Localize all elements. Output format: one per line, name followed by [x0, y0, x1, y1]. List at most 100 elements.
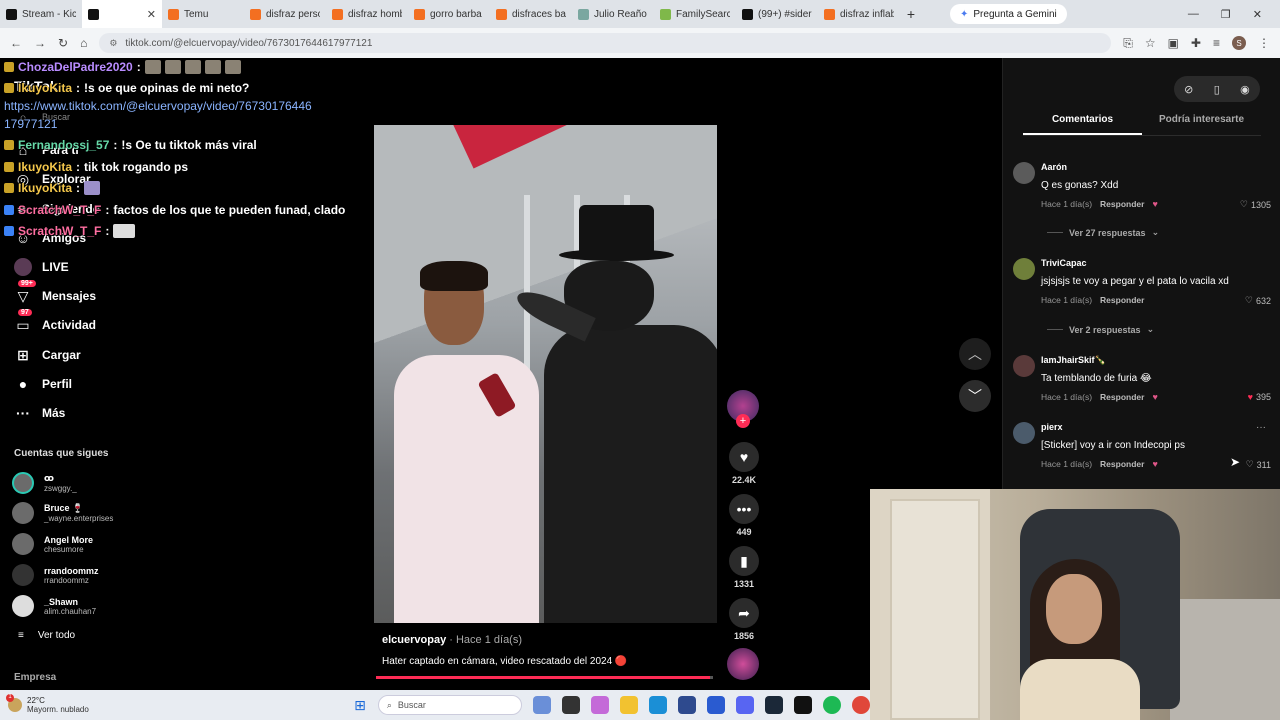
sidebar-item-live[interactable]: LIVE [14, 258, 69, 276]
chat-badge-icon [4, 183, 14, 193]
browser-menu-icon[interactable]: ⋮ [1258, 36, 1270, 50]
weather-widget[interactable]: 1 22°C Mayorm. nublado [0, 694, 350, 714]
obs-icon[interactable] [794, 696, 812, 714]
company-link[interactable]: Empresa [14, 672, 56, 683]
browser-tab-tiktok-active[interactable]: ✕ [82, 0, 162, 28]
gemini-button[interactable]: ✦ Pregunta a Gemini [950, 4, 1067, 24]
comment-like-button[interactable]: ♡ 632 [1245, 295, 1271, 306]
new-tab-button[interactable]: + [900, 6, 922, 22]
follow-plus-icon[interactable]: + [736, 414, 750, 428]
taskbar-search[interactable]: ⌕ Buscar [377, 695, 522, 715]
browser-tab-sideral[interactable]: (99+) #sideral # [736, 0, 818, 28]
back-icon[interactable]: ← [10, 36, 22, 50]
edge-icon[interactable] [649, 696, 667, 714]
browser-tab-temu[interactable]: Temu [162, 0, 244, 28]
next-video-button[interactable]: ﹀ [959, 380, 991, 412]
following-account[interactable]: ꝏ zswggy._ [12, 472, 77, 494]
following-account[interactable]: Bruce 🍷 _wayne.enterprises [12, 502, 113, 524]
spotify-icon[interactable] [823, 696, 841, 714]
following-account[interactable]: rrandoommz rrandoommz [12, 564, 99, 586]
see-all-following[interactable]: ≡ Ver todo [18, 630, 75, 641]
outlook-icon[interactable] [707, 696, 725, 714]
like-button[interactable]: ♥ 22.4K [727, 442, 761, 485]
address-bar[interactable]: ⚙ tiktok.com/@elcuervopay/video/76730176… [99, 33, 1112, 53]
chat-badge-icon [4, 205, 14, 215]
video-author[interactable]: elcuervopay · Hace 1 día(s) [382, 634, 522, 646]
site-info-icon[interactable]: ⚙ [109, 38, 117, 49]
sidebar-item-actividad[interactable]: ▭ 97 Actividad [14, 309, 96, 334]
sidebar-item-mas[interactable]: ··· Más [14, 404, 65, 422]
save-button[interactable]: ▮ 1331 [727, 546, 761, 589]
bookmark-star-icon[interactable]: ☆ [1145, 36, 1156, 50]
browser-tab-familysearch[interactable]: FamilySearch.org [654, 0, 736, 28]
minimize-icon[interactable]: — [1188, 8, 1199, 21]
sidebar-item-cargar[interactable]: ⊞ Cargar [14, 346, 81, 364]
browser-tab-disfraz-inflable[interactable]: disfraz inflable p [818, 0, 900, 28]
user-avatar-icon[interactable]: ◉ [1240, 83, 1250, 96]
device-icon[interactable]: ▯ [1214, 83, 1220, 96]
video-progress-bar[interactable] [376, 676, 713, 679]
forward-icon[interactable]: → [34, 36, 46, 50]
browser-profile-avatar[interactable]: S [1232, 36, 1246, 50]
video-player[interactable] [374, 125, 717, 623]
app-icon[interactable] [591, 696, 609, 714]
comment-more-icon[interactable]: ··· [1256, 422, 1266, 433]
windows-start-icon[interactable]: ⊞ [354, 697, 366, 714]
translate-icon[interactable]: ⎘ [1123, 36, 1133, 51]
reply-button[interactable]: Responder [1100, 392, 1144, 402]
comment-like-button[interactable]: ♡ 1305 [1240, 199, 1271, 210]
sidebar-item-mensajes[interactable]: ▽ 99+ Mensajes [14, 280, 96, 305]
close-tab-icon[interactable]: ✕ [147, 8, 156, 21]
browser-tab-kick[interactable]: Stream - Kick [0, 0, 82, 28]
avatar[interactable] [1013, 162, 1035, 184]
chat-message-link[interactable]: 17977121 [4, 117, 57, 131]
comment-button[interactable]: ••• 449 [727, 494, 761, 537]
browser-tab-julio-reano[interactable]: Julio Reaño Alva [572, 0, 654, 28]
chat-badge-icon [4, 226, 14, 236]
following-account[interactable]: _Shawn alim.chauhan7 [12, 595, 96, 617]
share-icon: ➦ [729, 598, 759, 628]
music-disc[interactable] [727, 648, 759, 680]
reload-icon[interactable]: ↻ [58, 36, 68, 50]
reading-list-icon[interactable]: ≡ [1213, 36, 1220, 50]
browser-tab-disfraces-bailarin[interactable]: disfraces bailari [490, 0, 572, 28]
upload-icon: ⊞ [17, 346, 29, 363]
comment-like-button[interactable]: ♡ 311 [1246, 459, 1271, 470]
store-icon[interactable] [678, 696, 696, 714]
comment-like-button[interactable]: ♥ 395 [1248, 392, 1271, 402]
maximize-icon[interactable]: ❐ [1221, 8, 1231, 21]
discord-icon[interactable] [736, 696, 754, 714]
reply-button[interactable]: Responder [1100, 295, 1144, 305]
file-explorer-icon[interactable] [620, 696, 638, 714]
creator-avatar[interactable]: + [727, 390, 759, 428]
extension-icon[interactable]: ▣ [1168, 36, 1179, 50]
avatar[interactable] [1013, 258, 1035, 280]
copilot-icon[interactable] [533, 696, 551, 714]
tiktok-icon [88, 8, 99, 20]
tab-podria-interesarte[interactable]: Podría interesarte [1142, 110, 1261, 135]
chat-message: ScratchW_T_F: [4, 224, 136, 238]
reply-button[interactable]: Responder [1100, 459, 1144, 469]
task-view-icon[interactable] [562, 696, 580, 714]
puzzle-icon[interactable]: ✚ [1191, 36, 1201, 50]
steam-icon[interactable] [765, 696, 783, 714]
sidebar-item-perfil[interactable]: ● Perfil [14, 375, 72, 393]
avatar[interactable] [1013, 355, 1035, 377]
chrome-icon[interactable] [852, 696, 870, 714]
compass-icon[interactable]: ⊘ [1184, 83, 1193, 96]
chevron-down-icon: ⌄ [1146, 324, 1155, 334]
tab-comentarios[interactable]: Comentarios [1023, 110, 1142, 135]
avatar[interactable] [1013, 422, 1035, 444]
home-browser-icon[interactable]: ⌂ [80, 36, 87, 50]
share-button[interactable]: ➦ 1856 [727, 598, 761, 641]
reply-button[interactable]: Responder [1100, 199, 1144, 209]
close-window-icon[interactable]: ✕ [1253, 8, 1262, 21]
previous-video-button[interactable]: ︿ [959, 338, 991, 370]
view-replies-button[interactable]: Ver 27 respuestas ⌄ [1047, 227, 1159, 238]
browser-tab-gorro-barba[interactable]: gorro barba pos [408, 0, 490, 28]
browser-tab-disfraz-personaje[interactable]: disfraz personaj [244, 0, 326, 28]
browser-tab-disfraz-hombres[interactable]: disfraz hombres [326, 0, 408, 28]
chat-message-link[interactable]: https://www.tiktok.com/@elcuervopay/vide… [4, 99, 312, 113]
view-replies-button[interactable]: Ver 2 respuestas ⌄ [1047, 324, 1154, 335]
following-account[interactable]: Angel More chesumore [12, 533, 93, 555]
